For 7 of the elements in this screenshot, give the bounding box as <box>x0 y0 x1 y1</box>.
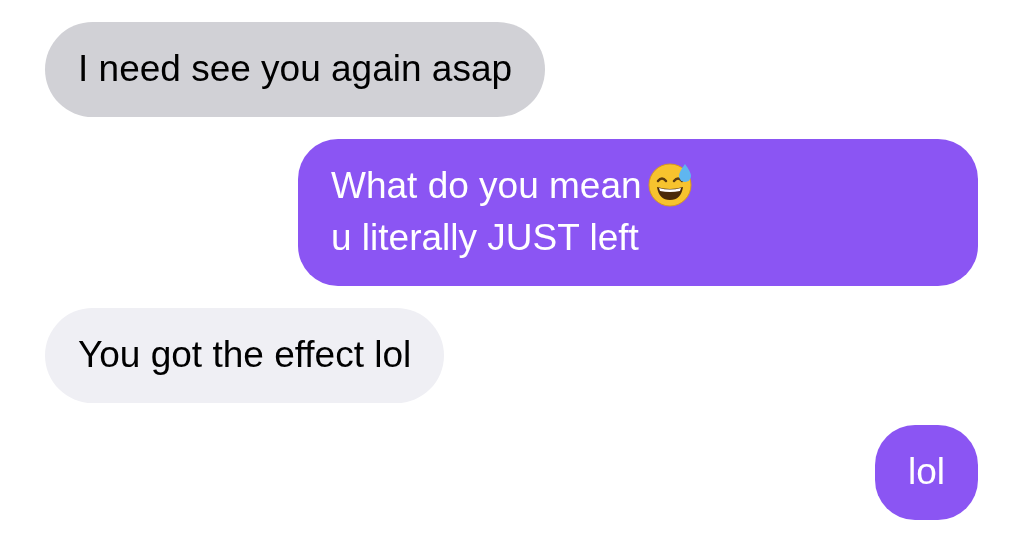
message-text: What do you mean <box>331 165 642 206</box>
message-text: I need see you again asap <box>78 48 513 89</box>
message-text: u literally <box>331 217 477 258</box>
message-text: lol <box>907 451 945 492</box>
message-text: JUST left <box>487 217 639 258</box>
sweat-smile-icon <box>645 160 694 208</box>
message-text: You got the effect lol <box>78 334 412 375</box>
